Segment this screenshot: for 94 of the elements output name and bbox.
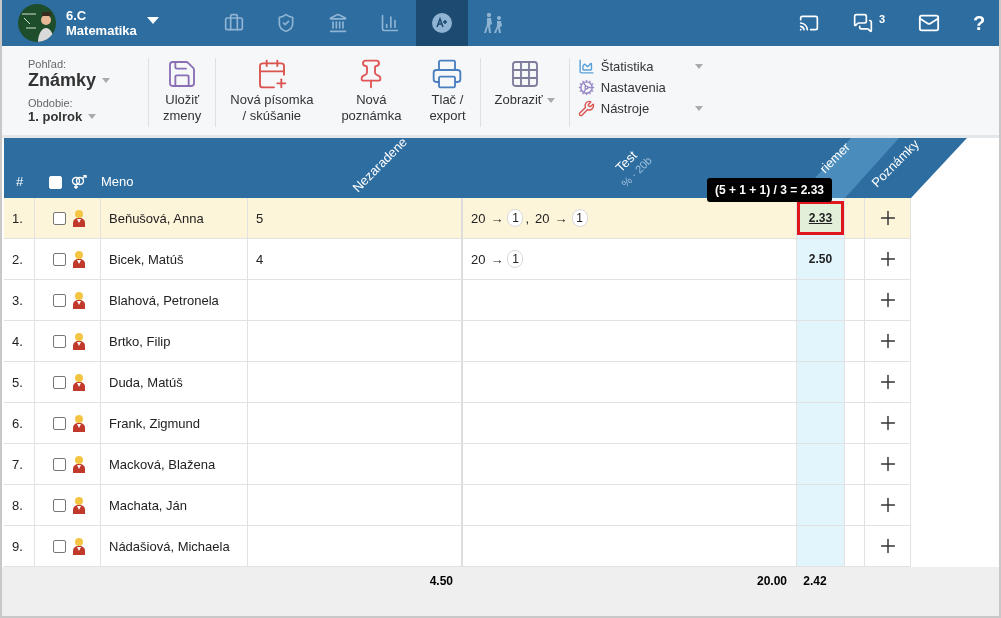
period-select[interactable]: 1. polrok: [28, 109, 128, 124]
nav-tab[interactable]: [416, 0, 468, 46]
shield-icon: [276, 13, 296, 33]
row-number: 1.: [12, 210, 23, 226]
row-checkbox[interactable]: [53, 416, 66, 430]
average-value[interactable]: 2.33: [797, 201, 844, 235]
row-checkbox[interactable]: [53, 211, 66, 225]
column-total: 20.00: [755, 574, 788, 588]
arrow-sign: →: [490, 251, 504, 267]
grade-badge[interactable]: 1: [507, 209, 524, 227]
student-icon: [72, 332, 86, 350]
student-name: Macková, Blažena: [109, 456, 216, 472]
row-checkbox[interactable]: [53, 334, 66, 348]
menu-item[interactable]: Nástroje: [577, 100, 703, 117]
average-cell: [797, 526, 845, 567]
tooltip: (5 + 1 + 1) / 3 = 2.33: [706, 178, 832, 202]
bar-chart-icon: [380, 13, 400, 33]
average-cell: [797, 403, 845, 444]
arrow-sign: →: [490, 210, 504, 226]
period-label: Obdobie:: [28, 97, 74, 109]
menu-item[interactable]: Štatistika: [577, 58, 703, 75]
help-button[interactable]: ?: [959, 11, 999, 35]
student-icon: [72, 455, 86, 473]
student-name: Nádašiová, Michaela: [109, 538, 230, 554]
grade-badge[interactable]: 1: [507, 250, 524, 268]
toolbar-button[interactable]: Nová poznámka: [333, 58, 410, 124]
row-number: 6.: [12, 415, 23, 431]
area-chart-icon: [577, 58, 595, 75]
grade-badge[interactable]: 1: [571, 209, 588, 227]
row-checkbox[interactable]: [53, 539, 66, 553]
points-value: 20: [471, 251, 486, 267]
points-value: 20: [471, 210, 486, 226]
student-name: Beňušová, Anna: [109, 210, 204, 226]
view-label: Pohľad:: [28, 58, 68, 70]
gender-icon: [70, 175, 88, 189]
gears-icon: [577, 79, 595, 96]
toolbar-button[interactable]: Zobraziť: [486, 58, 563, 108]
row-number: 5.: [12, 374, 23, 390]
menu-item[interactable]: Nastavenia: [577, 79, 703, 96]
student-icon: [72, 414, 86, 432]
student-name: Bicek, Matúš: [109, 251, 184, 267]
average-cell: [797, 321, 845, 362]
message-count: 3: [878, 13, 886, 25]
student-name: Frank, Zigmund: [109, 415, 201, 431]
row-number: 4.: [12, 333, 23, 349]
column-header: #: [16, 174, 24, 189]
row-number: 7.: [12, 456, 23, 472]
student-name: Machata, Ján: [109, 497, 188, 513]
average-value[interactable]: 2.50: [808, 252, 833, 266]
row-checkbox[interactable]: [53, 457, 66, 471]
row-number: 9.: [12, 538, 23, 554]
row-checkbox[interactable]: [53, 293, 66, 307]
average-cell: [797, 362, 845, 403]
student-icon: [72, 373, 86, 391]
student-icon: [72, 537, 86, 555]
view-select[interactable]: Známky: [28, 70, 128, 91]
student-icon: [72, 250, 86, 268]
student-name: Brtko, Filip: [109, 333, 171, 349]
average-cell: [797, 444, 845, 485]
row-checkbox[interactable]: [53, 498, 66, 512]
row-checkbox[interactable]: [53, 375, 66, 389]
cast-icon[interactable]: [799, 13, 819, 33]
points-value: 20: [535, 210, 550, 226]
column-total: 4.50: [428, 574, 454, 588]
class-name: 6.C: [66, 8, 88, 23]
average-cell: [797, 485, 845, 526]
tools-icon: [577, 100, 595, 117]
row-checkbox[interactable]: [53, 252, 66, 266]
column-total: 2.42: [802, 574, 828, 588]
column-header: Meno: [101, 174, 134, 189]
grade-icon: [431, 12, 453, 34]
row-number: 3.: [12, 292, 23, 308]
select-all-checkbox[interactable]: [49, 176, 62, 189]
bank-icon: [328, 13, 348, 33]
toolbar-button[interactable]: Nová písomka / skúšanie: [222, 58, 322, 124]
printer-icon: [431, 58, 464, 90]
grade-value: 5: [256, 210, 264, 226]
subject-name: Matematika: [66, 23, 137, 38]
student-icon: [72, 209, 86, 227]
toolbar-button[interactable]: Tlač / export: [421, 58, 474, 124]
student-name: Duda, Matúš: [109, 374, 183, 390]
messages-icon[interactable]: [852, 13, 873, 33]
mail-icon[interactable]: [918, 12, 940, 34]
arrow-sign: →: [554, 210, 568, 226]
briefcase-icon: [224, 13, 244, 33]
row-number: 2.: [12, 251, 23, 267]
grade-value: 4: [256, 251, 264, 267]
row-number: 8.: [12, 497, 23, 513]
dropdown-caret-icon[interactable]: [146, 17, 159, 25]
student-icon: [72, 496, 86, 514]
student-icon: [72, 291, 86, 309]
separator: ,: [525, 210, 530, 226]
toolbar-button[interactable]: Uložiť zmeny: [155, 58, 210, 124]
student-name: Blahová, Petronela: [109, 292, 219, 308]
